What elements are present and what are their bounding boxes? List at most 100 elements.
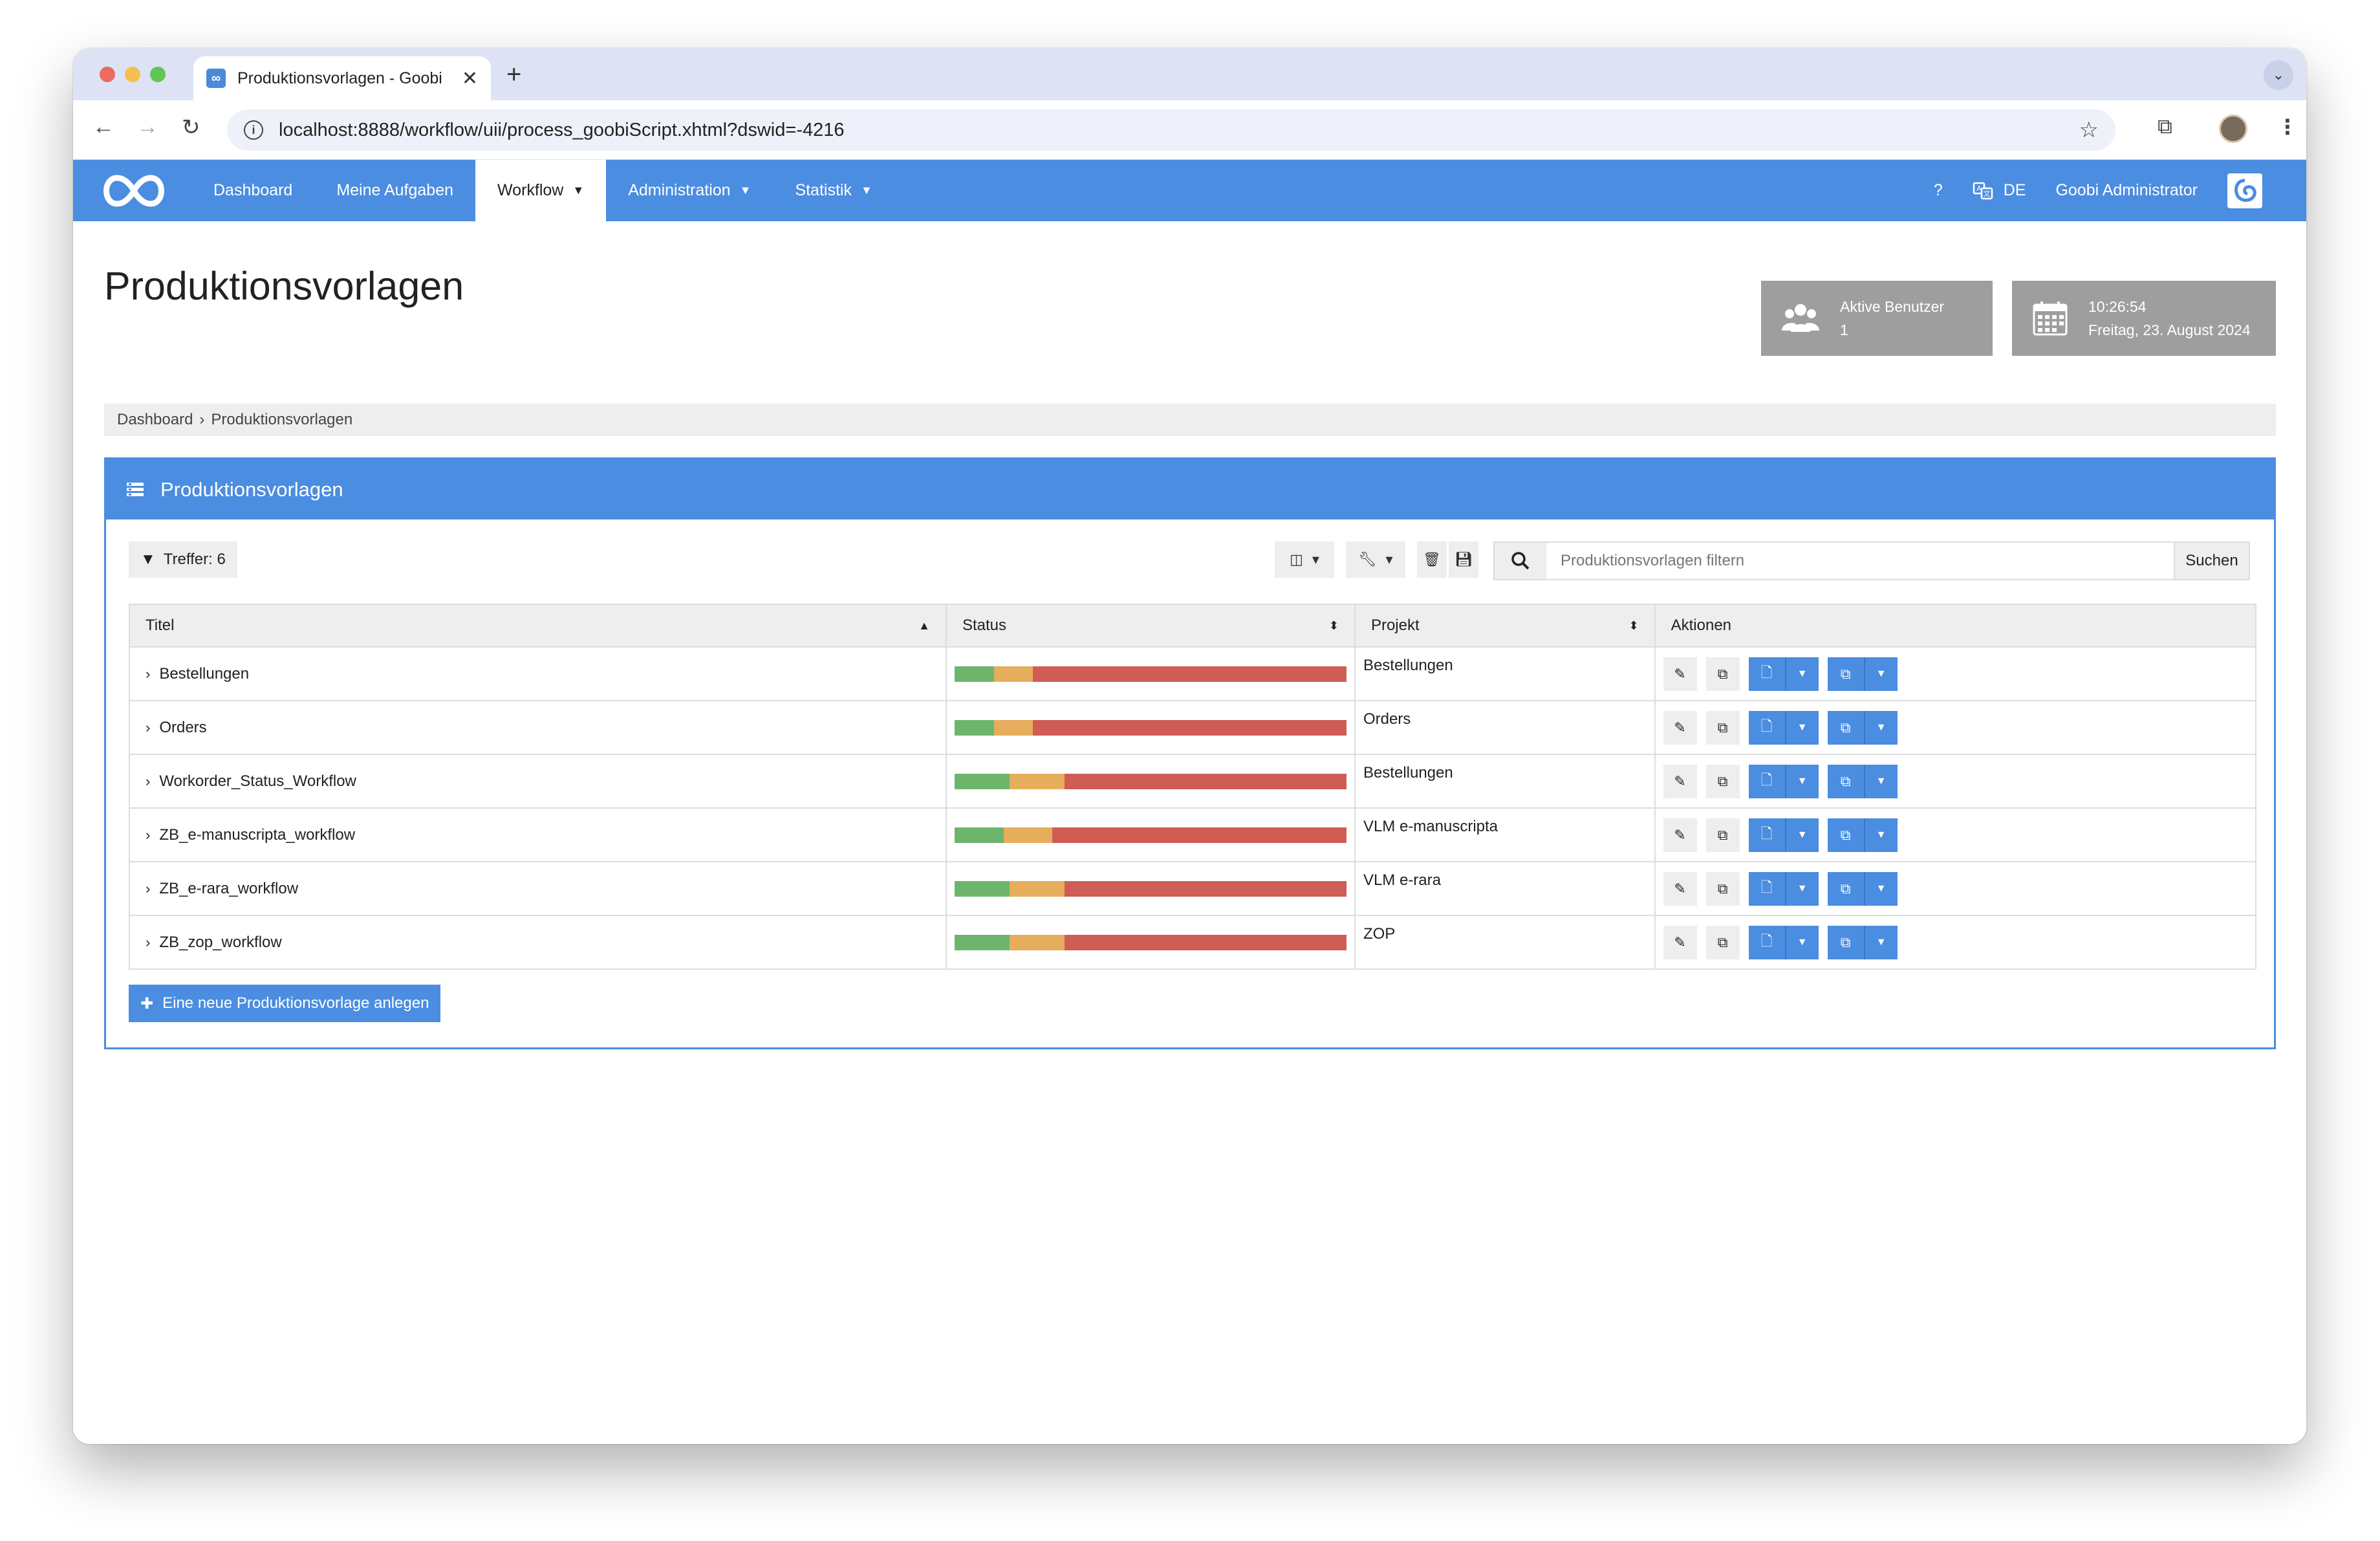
tools-button[interactable]: 🔧︎ ▾ xyxy=(1346,541,1405,578)
help-button[interactable]: ? xyxy=(1934,181,1943,200)
mass-import-button[interactable]: ⧉ xyxy=(1828,925,1865,959)
mass-import-button[interactable]: ⧉ xyxy=(1828,710,1865,745)
nav-item-administration[interactable]: Administration ▼ xyxy=(606,160,773,221)
column-select-button[interactable]: ◫ ▾ xyxy=(1275,541,1334,578)
edit-button[interactable]: ✎ xyxy=(1663,657,1697,691)
status-cell xyxy=(945,754,1356,809)
expand-chevron-icon[interactable]: › xyxy=(146,773,150,790)
edit-button[interactable]: ✎ xyxy=(1663,871,1697,906)
more-menu-icon[interactable]: ⋮ xyxy=(2277,115,2298,139)
project-name: VLM e-rara xyxy=(1363,871,1441,889)
close-window-button[interactable] xyxy=(100,67,115,82)
mass-import-button[interactable]: ⧉ xyxy=(1828,871,1865,906)
user-menu[interactable]: Goobi Administrator xyxy=(2055,181,2198,200)
copy-button[interactable]: ⧉ xyxy=(1705,657,1740,691)
create-process-button[interactable]: 🗋︎ xyxy=(1749,710,1786,745)
save-filter-button[interactable]: 💾︎ xyxy=(1449,541,1478,578)
edit-button[interactable]: ✎ xyxy=(1663,925,1697,959)
create-process-dropdown[interactable]: ▼ xyxy=(1786,818,1819,852)
expand-chevron-icon[interactable]: › xyxy=(146,880,150,897)
create-process-dropdown[interactable]: ▼ xyxy=(1786,926,1819,959)
nav-item-dashboard[interactable]: Dashboard xyxy=(191,160,314,221)
title-cell: › ZB_e-manuscripta_workflow xyxy=(129,807,947,862)
back-arrow-icon[interactable]: ← xyxy=(92,115,114,140)
nav-item-label: Workflow xyxy=(497,181,564,199)
expand-chevron-icon[interactable]: › xyxy=(146,666,150,683)
svg-text:文: 文 xyxy=(1983,189,1990,198)
title-cell: › Bestellungen xyxy=(129,646,947,701)
nav-item-meine-aufgaben[interactable]: Meine Aufgaben xyxy=(314,160,475,221)
extensions-icon[interactable]: ⧉ xyxy=(2158,115,2172,139)
status-cell xyxy=(945,700,1356,755)
create-process-dropdown[interactable]: ▼ xyxy=(1786,657,1819,691)
edit-button[interactable]: ✎ xyxy=(1663,710,1697,745)
create-process-dropdown[interactable]: ▼ xyxy=(1786,711,1819,745)
pencil-icon: ✎ xyxy=(1674,665,1686,682)
close-tab-icon[interactable]: ✕ xyxy=(462,67,478,90)
edit-button[interactable]: ✎ xyxy=(1663,764,1697,798)
project-cell: ZOP xyxy=(1354,915,1656,970)
copy-button[interactable]: ⧉ xyxy=(1705,764,1740,798)
create-process-dropdown[interactable]: ▼ xyxy=(1786,765,1819,798)
create-process-button[interactable]: 🗋︎ xyxy=(1749,925,1786,959)
column-header-title[interactable]: Titel ▲ xyxy=(129,604,947,648)
create-process-button[interactable]: 🗋︎ xyxy=(1749,871,1786,906)
create-process-button[interactable]: 🗋︎ xyxy=(1749,657,1786,691)
mass-import-button[interactable]: ⧉ xyxy=(1828,764,1865,798)
status-progress-bar xyxy=(954,719,1347,736)
column-header-status[interactable]: Status ⬍ xyxy=(945,604,1356,648)
template-title: Bestellungen xyxy=(159,664,250,683)
column-header-project[interactable]: Projekt ⬍ xyxy=(1354,604,1656,648)
mass-import-dropdown[interactable]: ▼ xyxy=(1865,765,1898,798)
expand-chevron-icon[interactable]: › xyxy=(146,934,150,951)
copy-button[interactable]: ⧉ xyxy=(1705,710,1740,745)
copy-button[interactable]: ⧉ xyxy=(1705,925,1740,959)
main-navbar: Dashboard Meine Aufgaben Workflow ▼ Admi… xyxy=(73,160,2306,221)
search-input[interactable] xyxy=(1546,543,2174,579)
reload-icon[interactable]: ↻ xyxy=(182,115,200,140)
language-switcher[interactable]: A 文 DE xyxy=(1973,180,2026,201)
create-process-button[interactable]: 🗋︎ xyxy=(1749,764,1786,798)
active-users-tile[interactable]: Aktive Benutzer 1 xyxy=(1761,281,1993,356)
filter-button[interactable]: ▼ Treffer: 6 xyxy=(129,541,237,578)
mass-import-button[interactable]: ⧉ xyxy=(1828,657,1865,691)
maximize-window-button[interactable] xyxy=(150,67,166,82)
goobi-user-logo-icon[interactable] xyxy=(2227,173,2262,208)
goobi-logo-icon[interactable] xyxy=(98,171,170,210)
site-info-icon[interactable]: i xyxy=(244,120,263,140)
address-bar[interactable]: i localhost:8888/workflow/uii/process_go… xyxy=(227,109,2115,151)
expand-chevron-icon[interactable]: › xyxy=(146,719,150,736)
mass-import-dropdown[interactable]: ▼ xyxy=(1865,818,1898,852)
edit-button[interactable]: ✎ xyxy=(1663,818,1697,852)
minimize-window-button[interactable] xyxy=(125,67,140,82)
search-button[interactable]: Suchen xyxy=(2174,543,2249,579)
mass-import-dropdown[interactable]: ▼ xyxy=(1865,872,1898,906)
mass-import-dropdown[interactable]: ▼ xyxy=(1865,926,1898,959)
mass-import-dropdown[interactable]: ▼ xyxy=(1865,711,1898,745)
chevron-down-icon[interactable]: ⌄ xyxy=(2264,60,2293,90)
bookmark-star-icon[interactable]: ☆ xyxy=(2079,117,2099,143)
expand-chevron-icon[interactable]: › xyxy=(146,827,150,844)
project-name: VLM e-manuscripta xyxy=(1363,818,1498,835)
nav-item-workflow[interactable]: Workflow ▼ xyxy=(475,160,607,221)
file-icon: 🗋︎ xyxy=(1760,932,1773,949)
profile-avatar[interactable] xyxy=(2219,115,2247,143)
url-text[interactable]: localhost:8888/workflow/uii/process_goob… xyxy=(279,120,2064,141)
nav-item-statistik[interactable]: Statistik ▼ xyxy=(773,160,894,221)
nav-menu: Dashboard Meine Aufgaben Workflow ▼ Admi… xyxy=(191,160,894,221)
forward-arrow-icon[interactable]: → xyxy=(136,115,158,140)
create-process-dropdown[interactable]: ▼ xyxy=(1786,872,1819,906)
breadcrumb-separator: › xyxy=(199,411,205,428)
breadcrumb-home-link[interactable]: Dashboard xyxy=(117,411,193,429)
browser-tab[interactable]: ∞ Produktionsvorlagen - Goobi ✕ xyxy=(193,56,491,100)
mass-import-button[interactable]: ⧉ xyxy=(1828,818,1865,852)
files-icon: ⧉ xyxy=(1840,719,1851,736)
delete-filter-button[interactable]: 🗑︎ xyxy=(1417,541,1447,578)
mass-import-dropdown[interactable]: ▼ xyxy=(1865,657,1898,691)
copy-button[interactable]: ⧉ xyxy=(1705,871,1740,906)
create-process-button[interactable]: 🗋︎ xyxy=(1749,818,1786,852)
add-template-button[interactable]: ✚ Eine neue Produktionsvorlage anlegen xyxy=(129,985,441,1022)
copy-button[interactable]: ⧉ xyxy=(1705,818,1740,852)
new-tab-icon[interactable]: + xyxy=(506,60,521,89)
header-label: Aktionen xyxy=(1671,617,1732,634)
